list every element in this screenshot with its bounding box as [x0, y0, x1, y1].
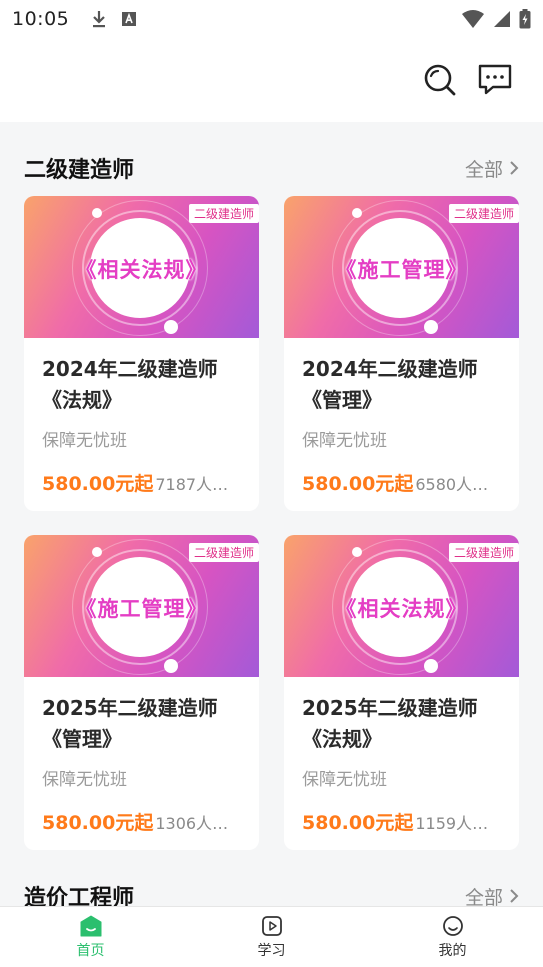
course-subtitle: 保障无忧班	[42, 770, 127, 790]
nav-item-study[interactable]: 学习	[181, 907, 362, 967]
status-bar: 10:05	[0, 0, 543, 38]
course-title: 2024年二级建造师《管理》	[302, 357, 478, 412]
course-views: 1159人浏…	[415, 814, 501, 833]
profile-icon	[442, 915, 463, 936]
course-views: 7187人浏…	[155, 475, 241, 494]
course-views: 1306人浏…	[155, 814, 241, 833]
download-icon	[93, 11, 106, 28]
section-header: 造价工程师 全部	[24, 876, 519, 906]
section-header: 二级建造师 全部	[24, 148, 519, 188]
thumbnail-title: 《施工管理》	[75, 597, 208, 621]
course-card[interactable]: 二级建造师 《相关法规》 2024年二级建造师《法规》 保障无忧班 580.00…	[24, 196, 259, 511]
view-all-label: 全部	[464, 886, 503, 907]
search-icon[interactable]	[420, 60, 460, 100]
message-icon[interactable]	[475, 60, 515, 100]
course-views: 6580人浏…	[415, 475, 501, 494]
course-thumbnail: 二级建造师 《相关法规》	[284, 535, 519, 677]
course-title: 2025年二级建造师《法规》	[302, 696, 478, 751]
course-subtitle: 保障无忧班	[42, 431, 127, 451]
view-all-label: 全部	[464, 158, 503, 181]
font-icon	[122, 12, 137, 26]
course-price: 580.00元起	[42, 473, 154, 495]
course-subtitle: 保障无忧班	[302, 431, 387, 451]
section-title: 造价工程师	[24, 886, 135, 906]
course-card[interactable]: 二级建造师 《施工管理》 2025年二级建造师《管理》 保障无忧班 580.00…	[24, 535, 259, 850]
wifi-icon	[462, 10, 484, 28]
nav-item-profile[interactable]: 我的	[362, 907, 543, 967]
nav-label: 我的	[438, 942, 467, 959]
nav-label: 首页	[76, 942, 105, 959]
view-all-link[interactable]: 全部	[465, 155, 519, 182]
course-price: 580.00元起	[42, 812, 154, 834]
course-thumbnail: 二级建造师 《施工管理》	[284, 196, 519, 338]
thumbnail-tag: 二级建造师	[448, 204, 519, 223]
course-price: 580.00元起	[302, 812, 414, 834]
play-icon	[261, 915, 282, 936]
thumbnail-title: 《相关法规》	[335, 597, 468, 621]
status-time: 10:05	[12, 8, 70, 30]
course-thumbnail: 二级建造师 《相关法规》	[24, 196, 259, 338]
course-subtitle: 保障无忧班	[302, 770, 387, 790]
battery-icon	[519, 9, 531, 29]
course-price: 580.00元起	[302, 473, 414, 495]
home-icon	[80, 915, 101, 936]
course-title: 2024年二级建造师《法规》	[42, 357, 218, 412]
chevron-right-icon	[510, 889, 519, 903]
chevron-right-icon	[510, 161, 519, 175]
nav-item-home[interactable]: 首页	[0, 907, 181, 967]
course-card[interactable]: 二级建造师 《相关法规》 2025年二级建造师《法规》 保障无忧班 580.00…	[284, 535, 519, 850]
view-all-link[interactable]: 全部	[464, 883, 519, 907]
thumbnail-tag: 二级建造师	[188, 543, 259, 562]
course-thumbnail: 二级建造师 《施工管理》	[24, 535, 259, 677]
bottom-nav: 首页 学习 我的	[0, 906, 543, 967]
course-title: 2025年二级建造师《管理》	[42, 696, 218, 751]
section-title: 二级建造师	[24, 158, 135, 183]
thumbnail-tag: 二级建造师	[188, 204, 259, 223]
nav-label: 学习	[257, 942, 286, 959]
thumbnail-title: 《相关法规》	[75, 258, 208, 282]
content-area: 二级建造师 全部 二级建造师 《相关法规》 2024年二级建造师《法规》 保障无…	[0, 122, 543, 906]
course-card[interactable]: 二级建造师 《施工管理》 2024年二级建造师《管理》 保障无忧班 580.00…	[284, 196, 519, 511]
thumbnail-title: 《施工管理》	[335, 258, 468, 282]
thumbnail-tag: 二级建造师	[448, 543, 519, 562]
signal-icon	[494, 11, 510, 27]
top-bar	[0, 38, 543, 122]
